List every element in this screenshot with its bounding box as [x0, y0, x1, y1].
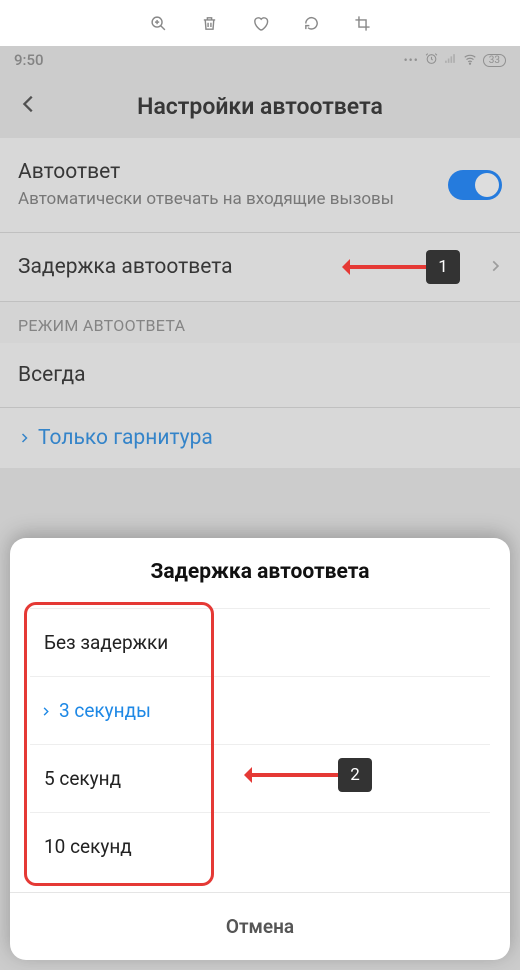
delay-option-10s[interactable]: 10 секунд: [30, 812, 490, 880]
autoanswer-title: Автоответ: [18, 160, 448, 184]
option-label: Без задержки: [44, 631, 168, 654]
autoanswer-toggle[interactable]: [448, 170, 502, 200]
notification-dots-icon: •••: [404, 53, 419, 67]
delay-picker-sheet: Задержка автоответа Без задержки 3 секун…: [10, 538, 510, 960]
wifi-icon: [463, 52, 477, 69]
chevron-right-icon: [40, 699, 51, 722]
delay-row[interactable]: Задержка автоответа 1: [0, 233, 520, 302]
crop-icon[interactable]: [354, 15, 371, 32]
option-label: 5 секунд: [44, 767, 121, 790]
status-bar: 9:50 ••• 33: [0, 46, 520, 74]
zoom-in-icon[interactable]: [150, 15, 167, 32]
annotation-1: 1: [346, 250, 460, 284]
delay-options-group: Без задержки 3 секунды 5 секунд 10 секун…: [30, 608, 490, 880]
headset-only-title: Только гарнитура: [38, 426, 213, 450]
autoanswer-row[interactable]: Автоответ Автоматически отвечать на вход…: [0, 138, 520, 233]
signal-icon: [444, 52, 457, 68]
heart-icon[interactable]: [252, 15, 269, 32]
option-label: 3 секунды: [59, 699, 151, 722]
battery-indicator: 33: [483, 54, 506, 67]
delay-option-none[interactable]: Без задержки: [30, 608, 490, 676]
always-title: Всегда: [18, 363, 86, 387]
chevron-right-icon: [18, 429, 30, 448]
back-button[interactable]: [18, 93, 40, 119]
annotation-1-label: 1: [426, 250, 460, 284]
trash-icon[interactable]: [201, 15, 218, 32]
chevron-right-icon: [488, 258, 502, 277]
mode-section-label: РЕЖИМ АВТООТВЕТА: [0, 302, 520, 343]
always-row[interactable]: Всегда: [0, 343, 520, 408]
rotate-icon[interactable]: [303, 15, 320, 32]
screenshot-area: 9:50 ••• 33 Настройки автоответа Автоотв…: [0, 46, 520, 970]
delay-option-3s[interactable]: 3 секунды: [30, 676, 490, 744]
delay-option-5s[interactable]: 5 секунд: [30, 744, 490, 812]
headset-only-row[interactable]: Только гарнитура: [0, 408, 520, 468]
delay-title: Задержка автоответа: [18, 255, 233, 279]
page-title: Настройки автоответа: [0, 93, 520, 120]
autoanswer-subtitle: Автоматически отвечать на входящие вызов…: [18, 188, 448, 210]
option-label: 10 секунд: [44, 835, 132, 858]
cancel-button[interactable]: Отмена: [10, 892, 510, 956]
status-right: ••• 33: [404, 52, 506, 69]
status-time: 9:50: [14, 51, 44, 69]
image-viewer-toolbar: [0, 0, 520, 46]
alarm-icon: [425, 52, 438, 68]
sheet-title: Задержка автоответа: [10, 538, 510, 594]
page-header: Настройки автоответа: [0, 74, 520, 138]
